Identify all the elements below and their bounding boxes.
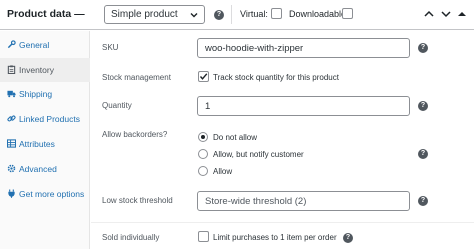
tab-linked-products-label: Linked Products — [19, 114, 80, 124]
tab-attributes[interactable]: Attributes — [0, 132, 90, 156]
help-icon[interactable]: ? — [418, 196, 428, 206]
tab-get-more-options[interactable]: Get more options — [0, 182, 90, 206]
chevron-down-icon — [190, 13, 198, 18]
tab-inventory[interactable]: Inventory — [0, 58, 90, 82]
sku-label: SKU — [102, 43, 119, 52]
backorders-label: Allow backorders? — [102, 130, 168, 139]
tab-shipping[interactable]: Shipping — [0, 82, 90, 106]
product-data-tabs: General Inventory Shipping Linked Produc… — [0, 31, 90, 249]
tab-advanced-label: Advanced — [19, 164, 57, 174]
chevron-up-icon[interactable] — [423, 9, 435, 19]
downloadable-checkbox[interactable] — [342, 8, 353, 19]
low-stock-input[interactable]: Store-wide threshold (2) — [197, 191, 410, 211]
help-icon[interactable]: ? — [214, 10, 224, 20]
tab-shipping-label: Shipping — [19, 89, 53, 99]
radio-do-not-allow[interactable] — [198, 132, 208, 142]
radio-allow-label: Allow — [213, 167, 233, 176]
stock-management-label: Stock management — [102, 73, 171, 82]
radio-allow-notify-label: Allow, but notify customer — [213, 150, 304, 159]
track-stock-checkbox[interactable] — [198, 71, 209, 82]
radio-allow-notify[interactable] — [198, 149, 208, 159]
panel-header: Product data — Simple product ? Virtual:… — [0, 0, 474, 30]
tab-get-more-options-label: Get more options — [19, 189, 85, 199]
plugin-icon — [8, 189, 15, 198]
gear-icon — [7, 164, 16, 173]
quantity-label: Quantity — [102, 101, 132, 110]
tab-linked-products[interactable]: Linked Products — [0, 107, 90, 131]
sku-input[interactable]: woo-hoodie-with-zipper — [197, 38, 410, 58]
table-icon — [7, 139, 16, 148]
downloadable-label: Downloadable: — [289, 9, 349, 19]
clipboard-icon — [7, 65, 16, 74]
help-icon[interactable]: ? — [418, 149, 428, 159]
product-type-select[interactable]: Simple product — [104, 5, 205, 24]
sold-individually-label: Sold individually — [102, 233, 160, 242]
radio-allow[interactable] — [198, 166, 208, 176]
chevron-down-icon[interactable] — [440, 9, 452, 19]
truck-icon — [7, 90, 16, 98]
help-icon[interactable]: ? — [343, 233, 353, 243]
sold-individually-text: Limit purchases to 1 item per order — [213, 233, 337, 242]
quantity-value: 1 — [205, 101, 211, 112]
caret-up-icon[interactable] — [456, 9, 468, 19]
low-stock-placeholder: Store-wide threshold (2) — [205, 196, 307, 207]
radio-do-not-allow-label: Do not allow — [213, 133, 258, 142]
section-divider — [91, 222, 474, 223]
help-icon[interactable]: ? — [418, 101, 428, 111]
sku-value: woo-hoodie-with-zipper — [205, 43, 304, 54]
tab-general-label: General — [19, 40, 50, 50]
virtual-checkbox[interactable] — [271, 8, 282, 19]
header-divider — [231, 5, 232, 24]
tab-attributes-label: Attributes — [19, 139, 55, 149]
quantity-input[interactable]: 1 — [197, 96, 410, 116]
sold-individually-checkbox[interactable] — [198, 231, 209, 242]
low-stock-label: Low stock threshold — [102, 196, 173, 205]
tab-inventory-label: Inventory — [19, 65, 54, 75]
product-type-value: Simple product — [111, 9, 178, 20]
link-icon — [7, 115, 16, 122]
panel-title: Product data — — [7, 8, 85, 20]
tab-advanced[interactable]: Advanced — [0, 157, 90, 181]
checkmark-icon — [199, 73, 208, 80]
wrench-icon — [7, 40, 16, 49]
track-stock-label: Track stock quantity for this product — [213, 73, 339, 82]
help-icon[interactable]: ? — [418, 43, 428, 53]
virtual-label: Virtual: — [240, 9, 268, 19]
tab-general[interactable]: General — [0, 33, 90, 57]
